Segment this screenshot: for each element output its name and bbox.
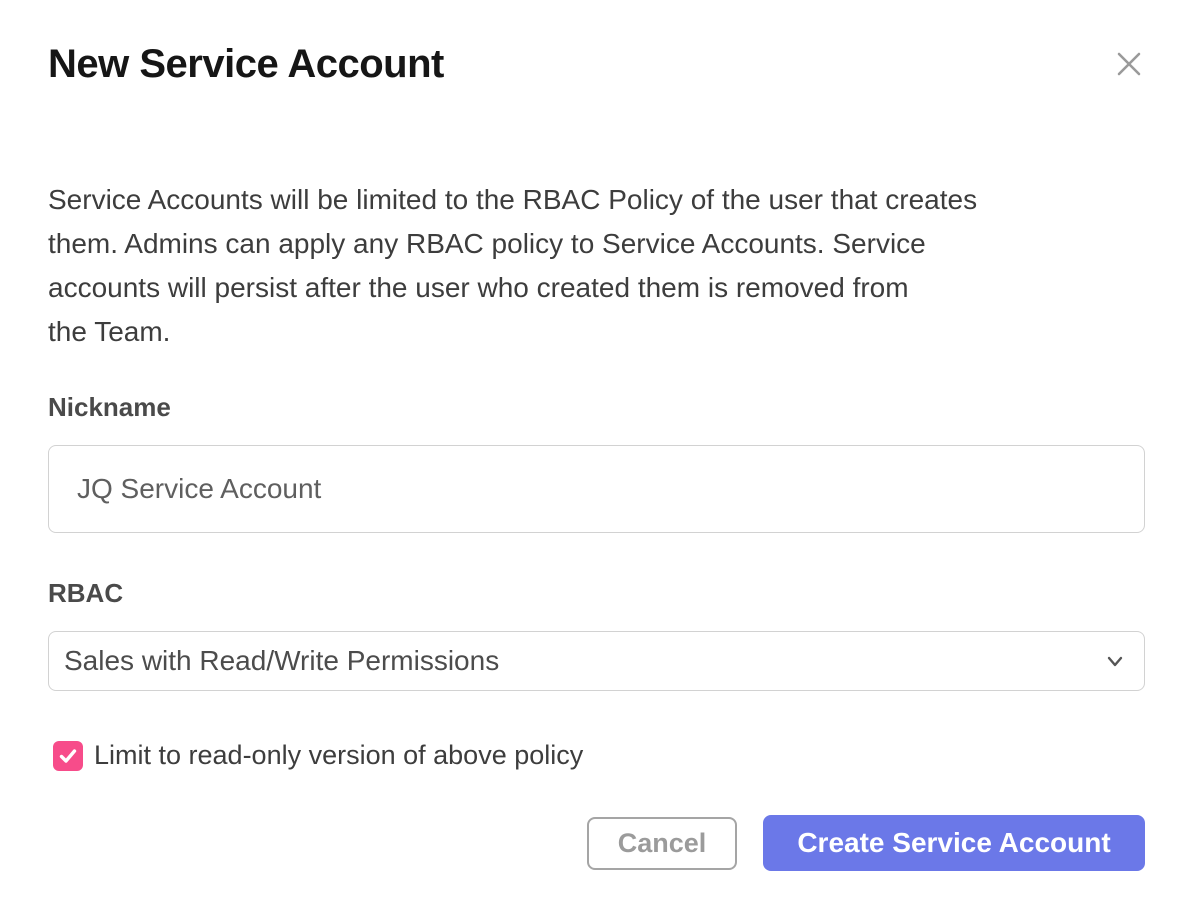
- nickname-label: Nickname: [48, 392, 1145, 422]
- nickname-input[interactable]: [48, 445, 1145, 533]
- rbac-label: RBAC: [48, 578, 1145, 608]
- close-button[interactable]: [1113, 48, 1145, 80]
- modal-footer: Cancel Create Service Account: [48, 815, 1145, 871]
- new-service-account-modal: New Service Account Service Accounts wil…: [0, 0, 1190, 904]
- rbac-selected-option: Sales with Read/Write Permissions: [64, 645, 499, 677]
- chevron-down-icon: [1104, 650, 1126, 672]
- create-service-account-button[interactable]: Create Service Account: [763, 815, 1145, 871]
- readonly-checkbox-label[interactable]: Limit to read-only version of above poli…: [94, 740, 583, 771]
- readonly-checkbox-row: Limit to read-only version of above poli…: [53, 740, 1145, 771]
- modal-title: New Service Account: [48, 40, 1145, 88]
- checkmark-icon: [58, 746, 78, 766]
- readonly-checkbox[interactable]: [53, 741, 83, 771]
- modal-description: Service Accounts will be limited to the …: [48, 178, 1145, 354]
- description-line: accounts will persist after the user who…: [48, 266, 1145, 310]
- close-icon: [1115, 50, 1143, 78]
- description-line: them. Admins can apply any RBAC policy t…: [48, 222, 1145, 266]
- modal-header: New Service Account: [48, 0, 1145, 88]
- description-line: the Team.: [48, 310, 1145, 354]
- description-line: Service Accounts will be limited to the …: [48, 178, 1145, 222]
- rbac-select[interactable]: Sales with Read/Write Permissions: [48, 631, 1145, 691]
- cancel-button[interactable]: Cancel: [587, 817, 737, 870]
